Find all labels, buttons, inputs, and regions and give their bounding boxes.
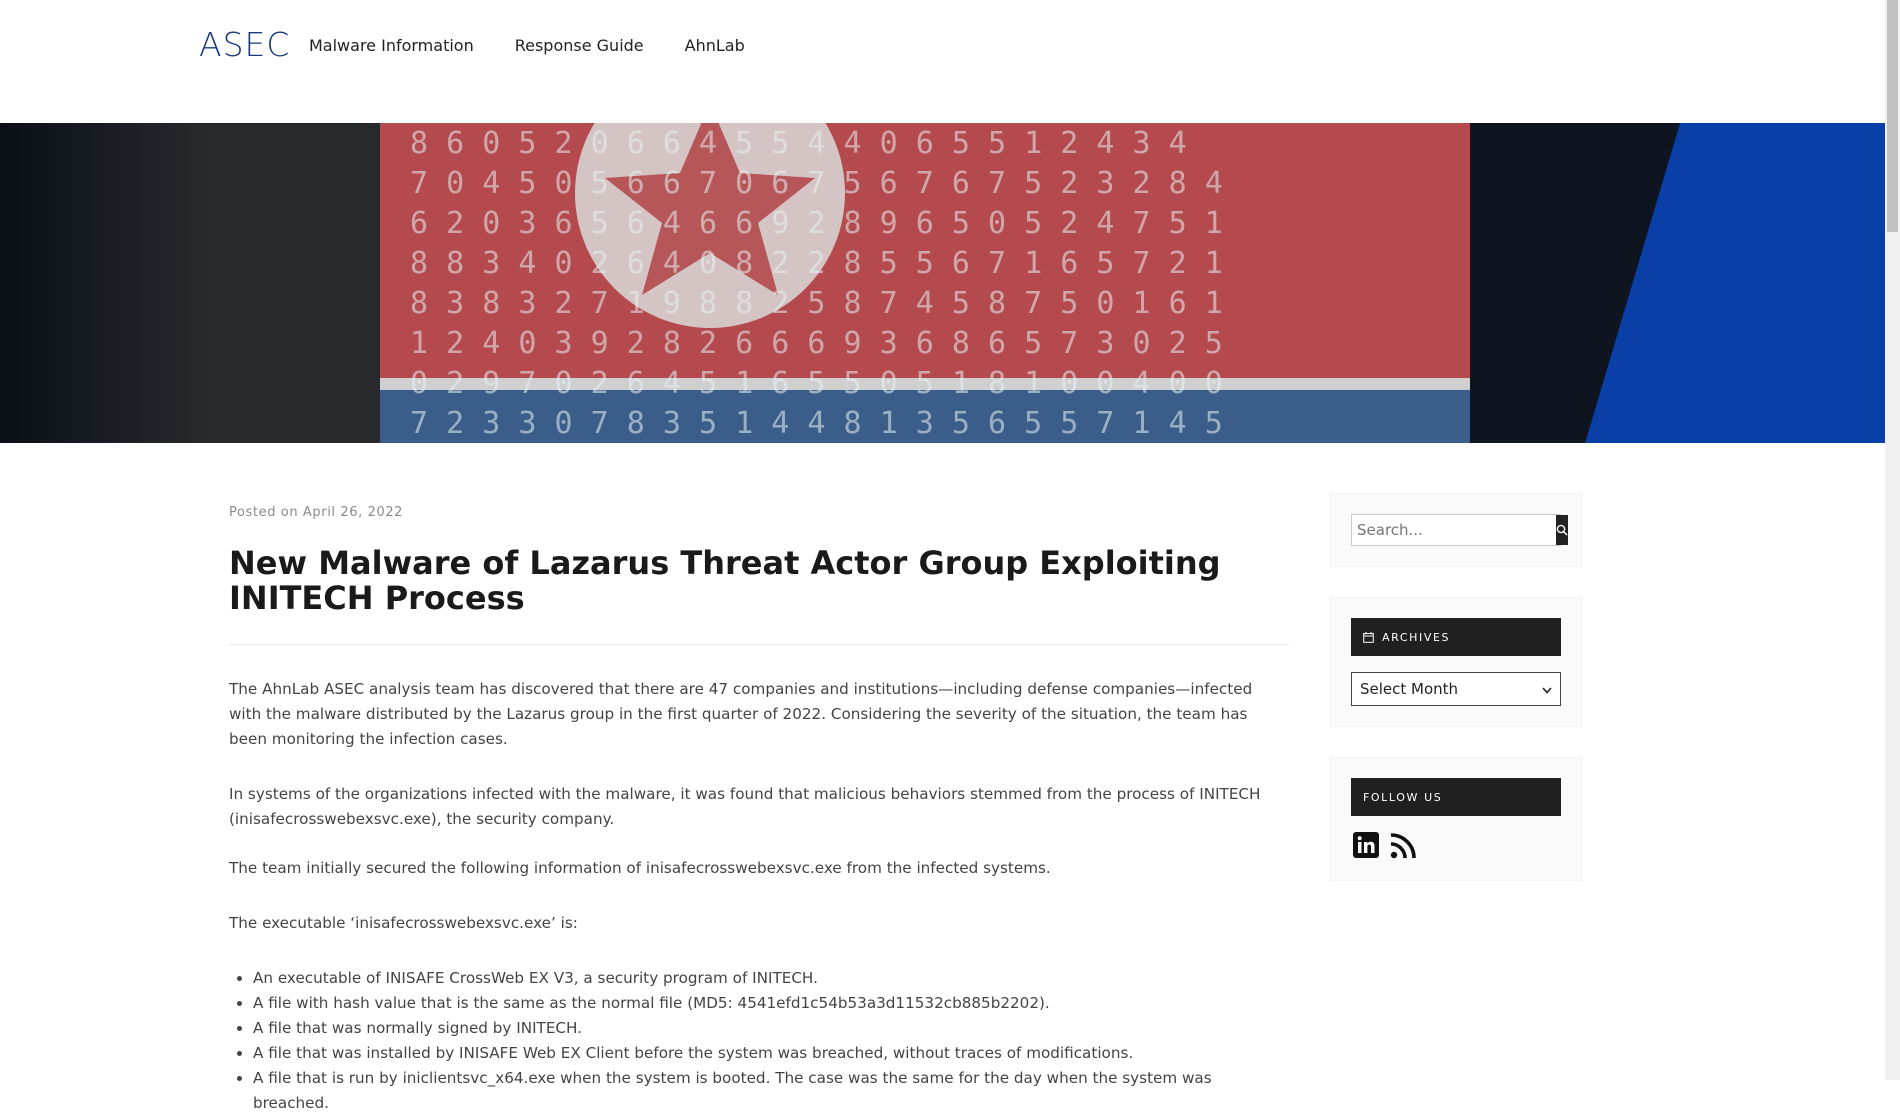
search-input[interactable] — [1352, 515, 1556, 545]
follow-title: Follow Us — [1351, 778, 1561, 816]
paragraph: The executable ‘inisafecrosswebexsvc.exe… — [229, 914, 578, 932]
chevron-down-icon — [1542, 680, 1552, 698]
svg-text:7 2 3 3 0 7 8 3 5 1 4 4 8 1 3: 7 2 3 3 0 7 8 3 5 1 4 4 8 1 3 5 6 5 5 7 … — [410, 406, 1223, 441]
search-widget — [1330, 493, 1582, 567]
linkedin-icon[interactable] — [1353, 832, 1379, 860]
svg-text:8 8 3 4 0 2 6 4 0 8 2 2 8 5 5: 8 8 3 4 0 2 6 4 0 8 2 2 8 5 5 6 7 1 6 5 … — [410, 246, 1223, 281]
paragraph: The AhnLab ASEC analysis team has discov… — [229, 680, 1253, 748]
list-item: A file that was normally signed by INITE… — [253, 1016, 1289, 1041]
nav-item-ahnlab[interactable]: AhnLab — [685, 36, 745, 56]
article: Posted on April 26, 2022 New Malware of … — [229, 505, 1289, 1116]
search-form — [1351, 514, 1568, 546]
hero-banner-image: 8 6 0 5 2 0 6 6 4 5 5 4 4 0 6 5 5 1 2 4 … — [0, 123, 1885, 443]
post-title: New Malware of Lazarus Threat Actor Grou… — [229, 544, 1221, 617]
svg-text:8 6 0 5 2 0 6 6 4 5 5 4 4 0 6: 8 6 0 5 2 0 6 6 4 5 5 4 4 0 6 5 5 1 2 4 … — [410, 126, 1187, 161]
svg-text:1 2 4 0 3 9 2 8 2 6 6 6 9 3 6: 1 2 4 0 3 9 2 8 2 6 6 6 9 3 6 8 6 5 7 3 … — [410, 326, 1223, 361]
asec-logo[interactable]: ASEC — [199, 28, 289, 62]
nav-item-malware-information[interactable]: Malware Information — [309, 36, 474, 56]
paragraph: In systems of the organizations infected… — [229, 785, 1261, 828]
follow-title-text: Follow Us — [1363, 790, 1443, 804]
logo-text: ASEC — [199, 25, 291, 64]
archives-title-text: Archives — [1382, 630, 1451, 644]
main-nav: Malware Information Response Guide AhnLa… — [309, 36, 786, 56]
list-item: A file with hash value that is the same … — [253, 991, 1289, 1016]
social-links — [1351, 832, 1561, 860]
posted-prefix: Posted on — [229, 505, 299, 520]
paragraph: The team initially secured the following… — [229, 859, 1051, 877]
search-button[interactable] — [1556, 515, 1568, 545]
archives-widget: Archives Select Month — [1330, 597, 1582, 727]
calendar-icon — [1363, 631, 1374, 643]
svg-text:8 3 8 3 2 7 1 9 8 8 2 5 8 7 4: 8 3 8 3 2 7 1 9 8 8 2 5 8 7 4 5 8 7 5 0 … — [410, 286, 1223, 321]
site-header: ASEC Malware Information Response Guide … — [0, 0, 1885, 123]
list-item: A file that is run by iniclientsvc_x64.e… — [253, 1066, 1289, 1116]
archives-title: Archives — [1351, 618, 1561, 656]
search-icon — [1556, 521, 1568, 540]
list-item: A file that was installed by INISAFE Web… — [253, 1041, 1289, 1066]
svg-text:7 0 4 5 0 5 6 6 7 0 6 7 5 6 7: 7 0 4 5 0 5 6 6 7 0 6 7 5 6 7 6 7 5 2 3 … — [410, 166, 1223, 201]
post-meta: Posted on April 26, 2022 — [229, 505, 1289, 520]
select-value: Select Month — [1360, 680, 1459, 698]
svg-text:0 2 9 7 0 2 6 4 5 1 6 5 5 0 5: 0 2 9 7 0 2 6 4 5 1 6 5 5 0 5 1 8 1 0 0 … — [410, 366, 1223, 401]
svg-text:6 2 0 3 6 5 6 4 6 6 9 2 8 9 6: 6 2 0 3 6 5 6 4 6 6 9 2 8 9 6 5 0 5 2 4 … — [410, 206, 1223, 241]
scrollbar-thumb[interactable] — [1887, 0, 1898, 232]
bullet-list: An executable of INISAFE CrossWeb EX V3,… — [229, 966, 1289, 1116]
sidebar: Archives Select Month Follow Us — [1330, 493, 1582, 911]
follow-widget: Follow Us — [1330, 757, 1582, 881]
rss-icon[interactable] — [1389, 832, 1417, 860]
title-divider — [229, 644, 1289, 645]
page-scrollbar[interactable] — [1885, 0, 1900, 1080]
post-date[interactable]: April 26, 2022 — [303, 505, 403, 520]
list-item: An executable of INISAFE CrossWeb EX V3,… — [253, 966, 1289, 991]
archives-month-select[interactable]: Select Month — [1351, 672, 1561, 706]
nav-item-response-guide[interactable]: Response Guide — [515, 36, 644, 56]
